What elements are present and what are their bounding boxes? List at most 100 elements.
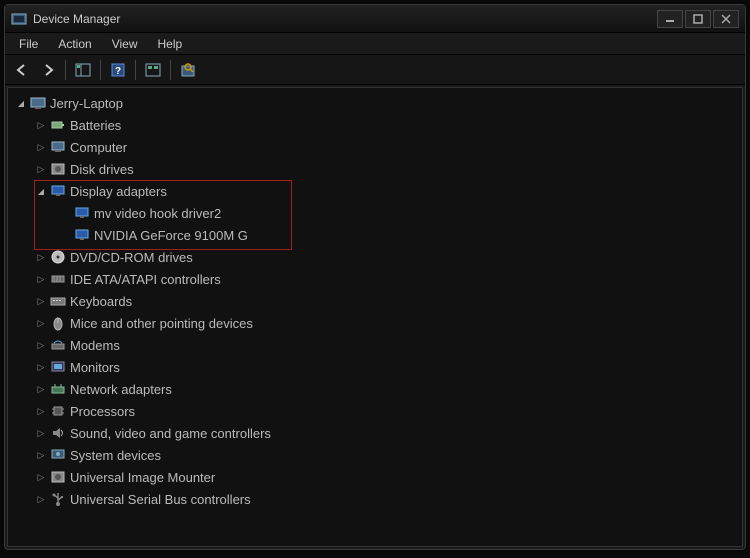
expand-arrow-icon[interactable] — [34, 294, 48, 308]
tree-category[interactable]: DVD/CD-ROM drives — [10, 246, 740, 268]
tree-category[interactable]: Sound, video and game controllers — [10, 422, 740, 444]
menu-file[interactable]: File — [11, 35, 46, 53]
display-icon — [74, 205, 90, 221]
expand-arrow-icon[interactable] — [34, 118, 48, 132]
tree-category[interactable]: Mice and other pointing devices — [10, 312, 740, 334]
sound-icon — [50, 425, 66, 441]
battery-icon — [50, 117, 66, 133]
expand-arrow-icon[interactable] — [34, 426, 48, 440]
tree-device-label: mv video hook driver2 — [94, 206, 221, 221]
tree-category-label: Universal Serial Bus controllers — [70, 492, 251, 507]
network-icon — [50, 381, 66, 397]
tree-category[interactable]: System devices — [10, 444, 740, 466]
expand-arrow-icon[interactable] — [34, 250, 48, 264]
keyboard-icon — [50, 293, 66, 309]
titlebar[interactable]: Device Manager — [5, 5, 745, 33]
tree-category[interactable]: Universal Serial Bus controllers — [10, 488, 740, 510]
computer-icon — [30, 95, 46, 111]
tree-category[interactable]: Network adapters — [10, 378, 740, 400]
app-icon — [11, 11, 27, 27]
tree-category[interactable]: Display adapters — [10, 180, 740, 202]
device-manager-window: Device Manager File Action View Help ? — [4, 4, 746, 550]
expand-arrow-icon[interactable] — [34, 448, 48, 462]
tree-category-label: Display adapters — [70, 184, 167, 199]
window-title: Device Manager — [33, 12, 657, 26]
toolbar-separator — [170, 60, 171, 80]
tree-device-label: NVIDIA GeForce 9100M G — [94, 228, 248, 243]
scan-hardware-button[interactable] — [142, 59, 164, 81]
tree-category-label: IDE ATA/ATAPI controllers — [70, 272, 221, 287]
expand-arrow-icon[interactable] — [34, 272, 48, 286]
ide-icon — [50, 271, 66, 287]
expand-arrow-icon[interactable] — [34, 360, 48, 374]
maximize-button[interactable] — [685, 10, 711, 28]
expand-arrow-icon[interactable] — [14, 96, 28, 110]
tree-category-label: Monitors — [70, 360, 120, 375]
usb-icon — [50, 491, 66, 507]
tree-category-label: Batteries — [70, 118, 121, 133]
tree-category[interactable]: Processors — [10, 400, 740, 422]
tree-category-label: DVD/CD-ROM drives — [70, 250, 193, 265]
expand-arrow-icon[interactable] — [34, 184, 48, 198]
show-hide-console-button[interactable] — [72, 59, 94, 81]
toolbar-separator — [65, 60, 66, 80]
expand-arrow-icon[interactable] — [34, 382, 48, 396]
menubar: File Action View Help — [5, 33, 745, 55]
close-button[interactable] — [713, 10, 739, 28]
window-buttons — [657, 10, 739, 28]
tree-category-label: System devices — [70, 448, 161, 463]
expand-arrow-icon[interactable] — [34, 338, 48, 352]
device-tree[interactable]: Jerry-Laptop Batteries Computer Disk drive… — [7, 87, 743, 547]
tree-category[interactable]: Batteries — [10, 114, 740, 136]
menu-view[interactable]: View — [104, 35, 146, 53]
toolbar: ? — [5, 55, 745, 85]
expand-arrow-icon[interactable] — [34, 470, 48, 484]
back-button[interactable] — [11, 59, 33, 81]
expand-arrow-icon[interactable] — [34, 162, 48, 176]
tree-category-label: Sound, video and game controllers — [70, 426, 271, 441]
tree-root[interactable]: Jerry-Laptop — [10, 92, 740, 114]
tree-device[interactable]: NVIDIA GeForce 9100M G — [10, 224, 740, 246]
toolbar-separator — [135, 60, 136, 80]
tree-category[interactable]: Keyboards — [10, 290, 740, 312]
forward-button[interactable] — [37, 59, 59, 81]
spacer — [58, 228, 72, 242]
expand-arrow-icon[interactable] — [34, 140, 48, 154]
tree-category-label: Processors — [70, 404, 135, 419]
tree-category[interactable]: Modems — [10, 334, 740, 356]
modem-icon — [50, 337, 66, 353]
expand-arrow-icon[interactable] — [34, 404, 48, 418]
tree-category-label: Disk drives — [70, 162, 134, 177]
tree-category-label: Keyboards — [70, 294, 132, 309]
cpu-icon — [50, 403, 66, 419]
tree-category[interactable]: Computer — [10, 136, 740, 158]
properties-button[interactable] — [177, 59, 199, 81]
tree-category-label: Computer — [70, 140, 127, 155]
display-icon — [74, 227, 90, 243]
dvd-icon — [50, 249, 66, 265]
help-button[interactable]: ? — [107, 59, 129, 81]
tree-category-label: Universal Image Mounter — [70, 470, 215, 485]
tree-category-label: Network adapters — [70, 382, 172, 397]
tree-category-label: Mice and other pointing devices — [70, 316, 253, 331]
menu-help[interactable]: Help — [150, 35, 191, 53]
mouse-icon — [50, 315, 66, 331]
toolbar-separator — [100, 60, 101, 80]
tree-root-label: Jerry-Laptop — [50, 96, 123, 111]
tree-category[interactable]: Disk drives — [10, 158, 740, 180]
disk-icon — [50, 161, 66, 177]
tree-device[interactable]: mv video hook driver2 — [10, 202, 740, 224]
expand-arrow-icon[interactable] — [34, 316, 48, 330]
display-icon — [50, 183, 66, 199]
tree-category[interactable]: Universal Image Mounter — [10, 466, 740, 488]
tree-category[interactable]: IDE ATA/ATAPI controllers — [10, 268, 740, 290]
tree-category-label: Modems — [70, 338, 120, 353]
computer-icon — [50, 139, 66, 155]
menu-action[interactable]: Action — [50, 35, 99, 53]
tree-category[interactable]: Monitors — [10, 356, 740, 378]
system-icon — [50, 447, 66, 463]
monitor-icon — [50, 359, 66, 375]
minimize-button[interactable] — [657, 10, 683, 28]
expand-arrow-icon[interactable] — [34, 492, 48, 506]
disk-icon — [50, 469, 66, 485]
